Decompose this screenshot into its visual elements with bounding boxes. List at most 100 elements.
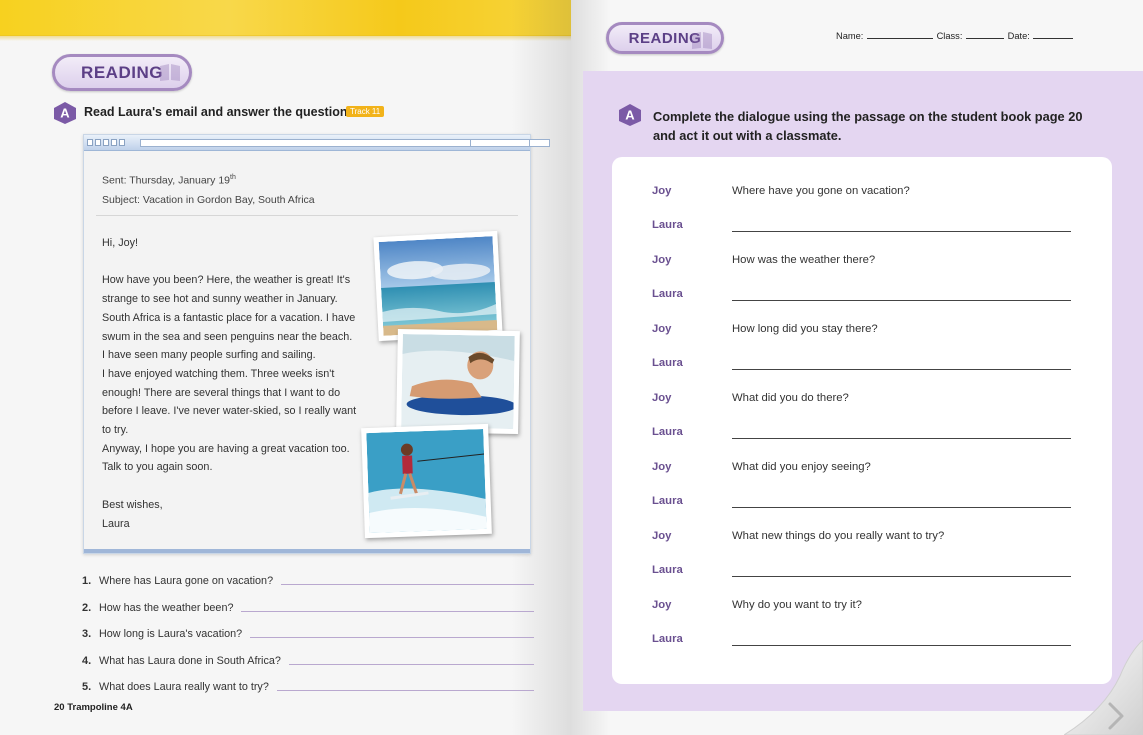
question-text: What does Laura really want to try? bbox=[99, 681, 269, 693]
dialogue-row: Joy What did you enjoy seeing? bbox=[652, 461, 1072, 479]
top-color-band bbox=[0, 0, 571, 41]
dialogue-row: Joy How was the weather there? bbox=[652, 254, 1072, 272]
answer-line[interactable] bbox=[732, 369, 1071, 370]
forward-icon[interactable] bbox=[95, 139, 101, 146]
answer-line[interactable] bbox=[732, 438, 1071, 439]
dialogue-row: Laura bbox=[652, 219, 1072, 237]
speaker-label: Laura bbox=[652, 633, 683, 645]
email-sent: Sent: Thursday, January 19th bbox=[102, 174, 236, 187]
svg-text:A: A bbox=[625, 108, 635, 123]
question-item: 3. How long is Laura's vacation? bbox=[82, 622, 534, 640]
search-box[interactable] bbox=[470, 139, 530, 147]
speaker-label: Joy bbox=[652, 323, 672, 335]
email-line: I have enjoyed watching them. Three week… bbox=[102, 367, 335, 380]
question-number: 2. bbox=[82, 601, 92, 614]
email-greeting: Hi, Joy! bbox=[102, 237, 138, 249]
answer-line[interactable] bbox=[241, 610, 534, 612]
question-number: 3. bbox=[82, 628, 92, 640]
dialogue-row: Laura bbox=[652, 426, 1072, 444]
stop-icon[interactable] bbox=[111, 139, 117, 146]
page-footer: 20 Trampoline 4A bbox=[54, 702, 133, 713]
speaker-label: Laura bbox=[652, 357, 683, 369]
speaker-label: Laura bbox=[652, 495, 683, 507]
right-instruction: Complete the dialogue using the passage … bbox=[653, 109, 1083, 143]
question-number: 4. bbox=[82, 654, 92, 667]
answer-line[interactable] bbox=[732, 576, 1071, 577]
email-line: enough! There are several things that I … bbox=[102, 386, 341, 399]
a-section-icon: A bbox=[618, 103, 642, 127]
email-bottom-bar bbox=[84, 549, 530, 553]
email-line: before I leave. I've never water-skied, … bbox=[102, 405, 357, 418]
speaker-label: Laura bbox=[652, 219, 683, 231]
date-field[interactable] bbox=[1033, 38, 1074, 39]
speaker-label: Laura bbox=[652, 564, 683, 576]
question-text: How long is Laura's vacation? bbox=[99, 628, 243, 640]
dialogue-row: Laura bbox=[652, 564, 1072, 582]
answer-line[interactable] bbox=[732, 645, 1071, 646]
speaker-label: Joy bbox=[652, 530, 672, 542]
question-text: What has Laura done in South Africa? bbox=[99, 654, 281, 667]
book-icon bbox=[160, 64, 180, 81]
email-meta: Sent: Thursday, January 19th Subject: Va… bbox=[102, 168, 315, 210]
svg-text:A: A bbox=[60, 106, 70, 121]
book-title: Trampoline 4A bbox=[67, 702, 133, 713]
close-icon[interactable] bbox=[119, 139, 125, 146]
question-number: 1. bbox=[82, 575, 92, 587]
email-line: I have seen many people surfing and sail… bbox=[102, 349, 316, 362]
dialogue-question: How was the weather there? bbox=[732, 254, 876, 266]
page-curl-arrow-icon[interactable] bbox=[1064, 640, 1143, 735]
book-spread: READING A Read Laura's email and answer … bbox=[0, 0, 1143, 735]
page-number: 20 bbox=[54, 702, 65, 713]
dialogue-row: Joy What new things do you really want t… bbox=[652, 530, 1072, 548]
question-item: 5. What does Laura really want to try? bbox=[82, 675, 534, 693]
email-body: Hi, Joy! How have you been? Here, the we… bbox=[102, 234, 374, 533]
email-browser-bar bbox=[84, 135, 550, 151]
answer-line[interactable] bbox=[276, 690, 534, 691]
a-section-icon: A bbox=[53, 101, 77, 125]
date-label: Date: bbox=[1007, 31, 1030, 41]
left-instruction: Read Laura's email and answer the questi… bbox=[84, 105, 358, 119]
name-class-date-bar: Name: Class: Date: bbox=[836, 31, 1074, 41]
email-line: How have you been? Here, the weather is … bbox=[102, 274, 351, 287]
refresh-icon[interactable] bbox=[103, 139, 109, 146]
answer-line[interactable] bbox=[732, 300, 1071, 301]
email-line: to try. bbox=[102, 424, 129, 437]
reading-badge: READING bbox=[52, 54, 192, 91]
email-line: strange to see hot and sunny weather in … bbox=[102, 293, 338, 306]
class-label: Class: bbox=[936, 31, 963, 41]
dialogue-question: What did you do there? bbox=[732, 392, 849, 404]
answer-line[interactable] bbox=[281, 584, 534, 585]
email-line: Anyway, I hope you are having a great va… bbox=[102, 442, 350, 455]
dialogue-row: Joy What did you do there? bbox=[652, 392, 1072, 410]
book-icon bbox=[692, 32, 712, 49]
email-line: swum in the sea and seen penguins near t… bbox=[102, 330, 353, 343]
track-badge[interactable]: Track 11 bbox=[346, 106, 385, 117]
dialogue-question: Where have you gone on vacation? bbox=[732, 185, 910, 197]
question-text: Where has Laura gone on vacation? bbox=[99, 575, 274, 587]
dialogue-row: Laura bbox=[652, 357, 1072, 375]
answer-line[interactable] bbox=[732, 507, 1071, 508]
email-subject: Subject: Vacation in Gordon Bay, South A… bbox=[102, 193, 315, 206]
answer-line[interactable] bbox=[250, 637, 534, 638]
dialogue-row: Laura bbox=[652, 288, 1072, 306]
question-item: 2. How has the weather been? bbox=[82, 596, 534, 614]
question-item: 1. Where has Laura gone on vacation? bbox=[82, 569, 534, 587]
back-icon[interactable] bbox=[87, 139, 93, 146]
class-field[interactable] bbox=[966, 38, 1005, 39]
email-divider bbox=[96, 215, 518, 216]
question-number: 5. bbox=[82, 681, 92, 693]
browser-nav-buttons bbox=[87, 139, 125, 146]
dialogue-row: Laura bbox=[652, 633, 1072, 651]
speaker-label: Joy bbox=[652, 392, 672, 404]
dialogue-question: Why do you want to try it? bbox=[732, 599, 862, 611]
speaker-label: Laura bbox=[652, 426, 683, 438]
speaker-label: Joy bbox=[652, 461, 672, 473]
email-line: Talk to you again soon. bbox=[102, 461, 213, 474]
speaker-label: Joy bbox=[652, 185, 672, 197]
reading-badge-label: READING bbox=[81, 62, 163, 82]
name-field[interactable] bbox=[866, 38, 933, 39]
answer-line[interactable] bbox=[732, 231, 1071, 232]
dialogue-row: Laura bbox=[652, 495, 1072, 513]
beach-photo bbox=[373, 230, 503, 342]
answer-line[interactable] bbox=[288, 663, 534, 665]
